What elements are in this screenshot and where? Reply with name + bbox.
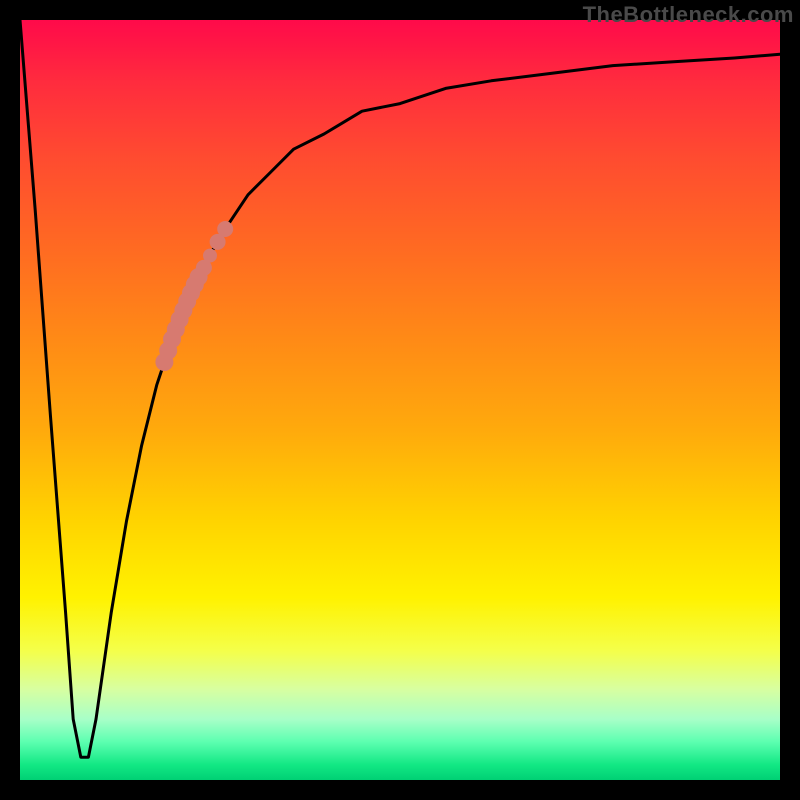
- highlight-dots-layer: [20, 20, 780, 780]
- highlight-dot: [217, 221, 233, 237]
- watermark-text: TheBottleneck.com: [583, 2, 794, 28]
- highlight-dot: [203, 249, 217, 263]
- chart-frame: TheBottleneck.com: [0, 0, 800, 800]
